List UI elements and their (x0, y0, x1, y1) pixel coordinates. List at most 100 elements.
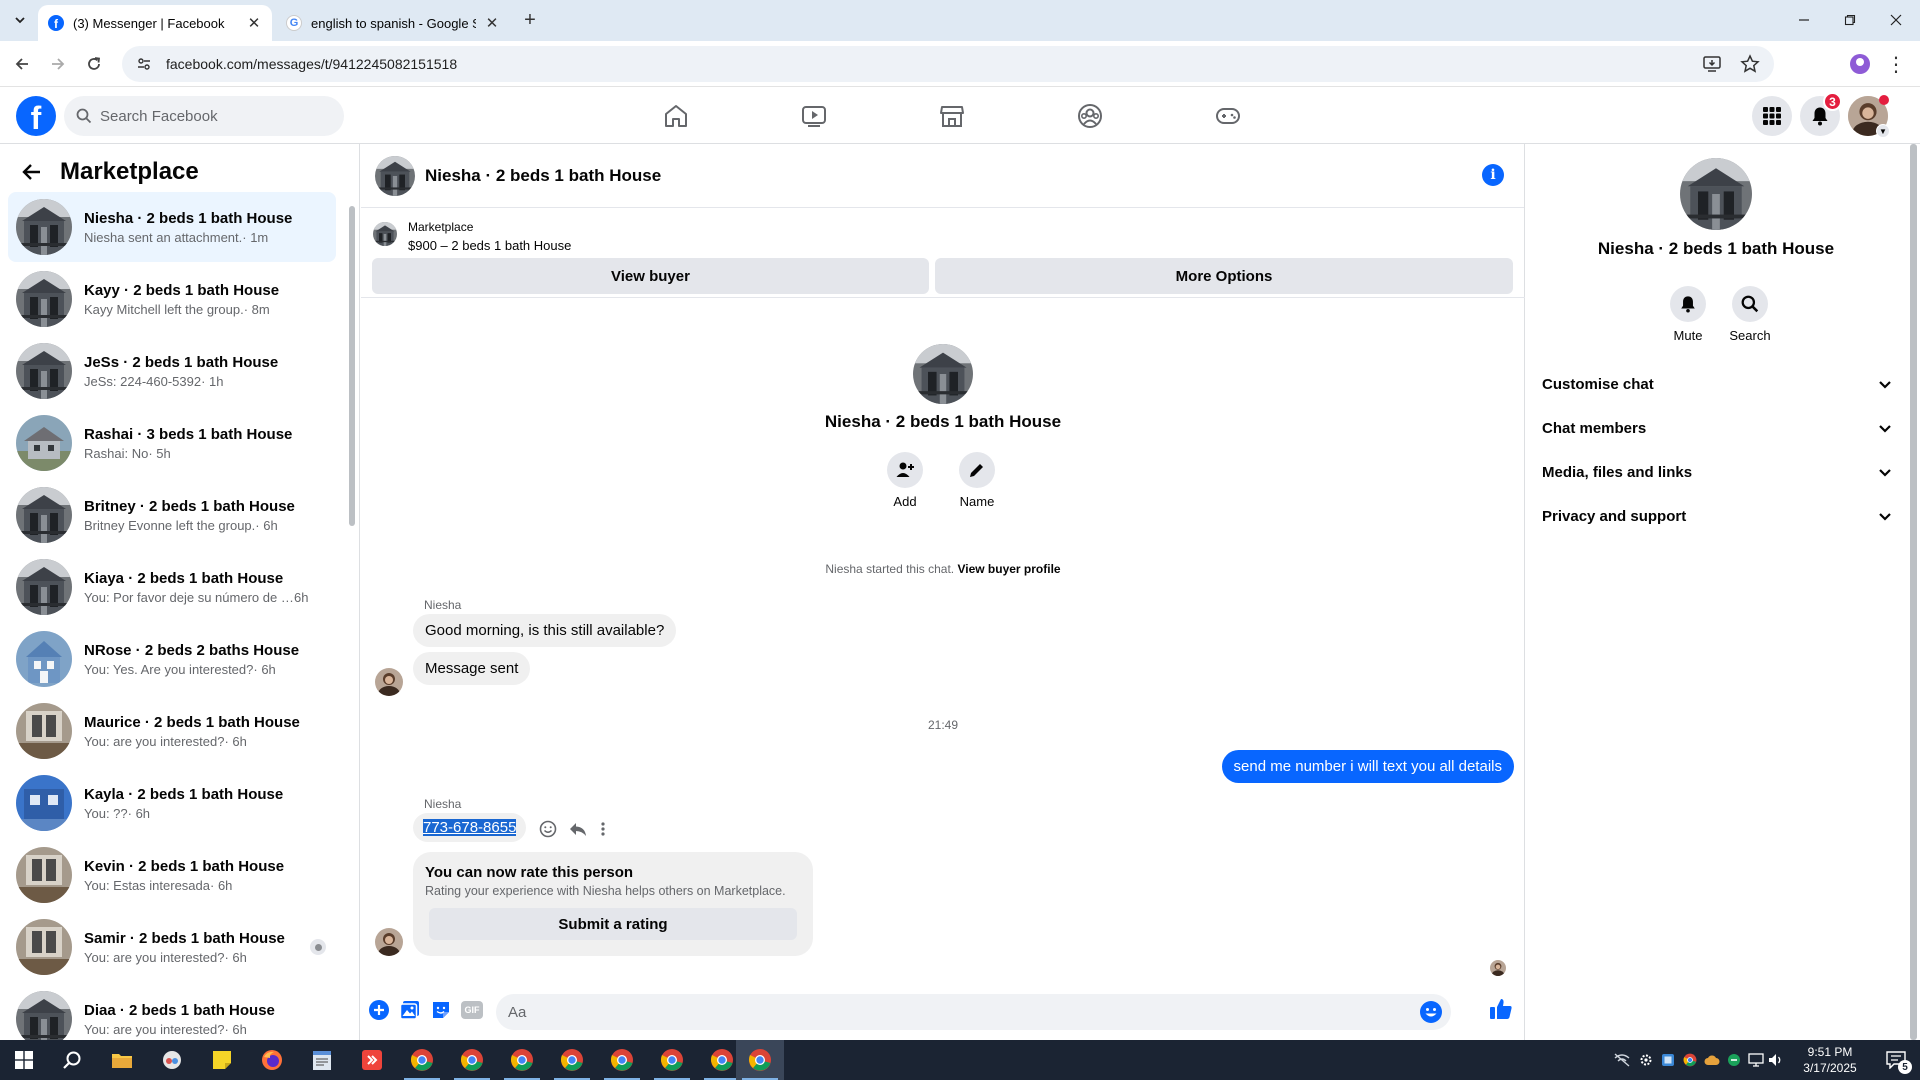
nav-video[interactable] (784, 94, 844, 138)
taskbar-app-snip[interactable] (148, 1040, 196, 1080)
nav-gaming[interactable] (1198, 94, 1258, 138)
tray-network-off-icon[interactable] (1614, 1052, 1630, 1068)
submit-rating-button[interactable]: Submit a rating (429, 908, 797, 940)
facebook-search[interactable] (64, 96, 344, 136)
taskbar-anydesk[interactable] (348, 1040, 396, 1080)
taskbar-clock[interactable]: 9:51 PM 3/17/2025 (1790, 1044, 1870, 1076)
back-button[interactable] (8, 50, 36, 78)
tray-app-icon-3[interactable] (1682, 1052, 1698, 1068)
message-input-wrapper[interactable] (496, 994, 1451, 1030)
emoji-icon[interactable] (1419, 1000, 1443, 1024)
back-arrow-button[interactable] (18, 158, 46, 186)
forward-button[interactable] (44, 50, 72, 78)
address-bar[interactable]: facebook.com/messages/t/9412245082151518 (122, 46, 1774, 82)
gif-button[interactable]: GIF (460, 998, 484, 1022)
add-people-button[interactable]: Add (875, 452, 935, 509)
reply-icon[interactable] (569, 820, 587, 838)
tray-app-icon-5[interactable] (1726, 1052, 1742, 1068)
tab-close-icon[interactable]: ✕ (246, 14, 262, 32)
taskbar-search-button[interactable] (48, 1040, 96, 1080)
reload-button[interactable] (80, 50, 108, 78)
tray-network-icon[interactable] (1748, 1052, 1764, 1068)
more-vertical-icon[interactable] (599, 820, 607, 838)
taskbar-chrome-profile-1[interactable] (398, 1040, 446, 1080)
taskbar-sticky-notes[interactable] (198, 1040, 246, 1080)
taskbar-firefox[interactable] (248, 1040, 296, 1080)
conversation-item[interactable]: Kayla · 2 beds 1 bath House You: ?? · 6h (8, 768, 336, 838)
taskbar-chrome-profile-4[interactable] (548, 1040, 596, 1080)
more-options-button[interactable]: More Options (935, 258, 1513, 294)
sticker-button[interactable] (429, 998, 453, 1022)
taskbar-notepad[interactable] (298, 1040, 346, 1080)
site-settings-icon[interactable] (136, 56, 152, 72)
conversation-item[interactable]: Kevin · 2 beds 1 bath House You: Estas i… (8, 840, 336, 910)
conversation-item[interactable]: Samir · 2 beds 1 bath House You: are you… (8, 912, 336, 982)
scrollbar-thumb[interactable] (349, 206, 355, 526)
tray-app-icon-2[interactable] (1660, 1052, 1676, 1068)
info-icon[interactable]: i (1482, 164, 1504, 186)
nav-marketplace[interactable] (922, 94, 982, 138)
conversation-item[interactable]: Britney · 2 beds 1 bath House Britney Ev… (8, 480, 336, 550)
start-button[interactable] (0, 1040, 48, 1080)
install-app-icon[interactable] (1702, 54, 1722, 74)
new-tab-button[interactable]: + (518, 8, 542, 32)
message-bubble[interactable]: Good morning, is this still available? (413, 614, 677, 647)
section-media-files-links[interactable]: Media, files and links (1542, 452, 1892, 492)
taskbar-chrome-profile-6[interactable] (648, 1040, 696, 1080)
sender-avatar[interactable] (375, 668, 403, 696)
section-chat-members[interactable]: Chat members (1542, 408, 1892, 448)
conversation-item[interactable]: Rashai · 3 beds 1 bath House Rashai: No … (8, 408, 336, 478)
conversation-item[interactable]: NRose · 2 beds 2 baths House You: Yes. A… (8, 624, 336, 694)
phone-number-link[interactable]: 773-678-8655 (423, 819, 517, 836)
tray-volume-icon[interactable] (1768, 1052, 1784, 1068)
profile-button[interactable] (1848, 52, 1872, 76)
notification-center-button[interactable]: 5 (1872, 1040, 1920, 1080)
attach-media-button[interactable] (398, 998, 422, 1022)
restore-button[interactable] (1828, 6, 1872, 34)
close-window-button[interactable] (1874, 6, 1918, 34)
view-buyer-button[interactable]: View buyer (372, 258, 929, 294)
outgoing-message-bubble[interactable]: send me number i will text you all detai… (1221, 750, 1514, 783)
mute-button[interactable]: Mute (1658, 286, 1718, 343)
facebook-logo[interactable]: f (16, 96, 56, 136)
account-avatar[interactable]: ▼ (1848, 95, 1890, 138)
taskbar-chrome-profile-3[interactable] (498, 1040, 546, 1080)
chat-title[interactable]: Niesha · 2 beds 1 bath House (425, 166, 661, 186)
view-buyer-profile-link[interactable]: View buyer profile (957, 562, 1060, 576)
section-customise-chat[interactable]: Customise chat (1542, 364, 1892, 404)
edit-name-button[interactable]: Name (947, 452, 1007, 509)
like-button[interactable] (1489, 997, 1513, 1021)
conversation-item[interactable]: Niesha · 2 beds 1 bath House Niesha sent… (8, 192, 336, 262)
tab-google-search[interactable]: G english to spanish - Google Search ✕ (276, 5, 510, 41)
message-bubble[interactable]: Message sent (413, 652, 531, 685)
phone-message-bubble[interactable]: 773-678-8655 (413, 813, 527, 842)
nav-home[interactable] (646, 94, 706, 138)
section-privacy-support[interactable]: Privacy and support (1542, 496, 1892, 536)
nav-groups[interactable] (1060, 94, 1120, 138)
sender-avatar[interactable] (375, 928, 403, 956)
minimize-button[interactable] (1782, 6, 1826, 34)
scrollbar-thumb[interactable] (1910, 144, 1917, 1040)
search-input[interactable] (100, 107, 330, 125)
menu-button[interactable] (1752, 96, 1792, 136)
conversation-item[interactable]: Kiaya · 2 beds 1 bath House You: Por fav… (8, 552, 336, 622)
tray-app-icon-4[interactable] (1704, 1052, 1720, 1068)
tray-app-icon-1[interactable] (1638, 1052, 1654, 1068)
conversation-item[interactable]: Maurice · 2 beds 1 bath House You: are y… (8, 696, 336, 766)
tab-messenger[interactable]: f (3) Messenger | Facebook ✕ (38, 5, 272, 41)
search-conversation-button[interactable]: Search (1720, 286, 1780, 343)
bookmark-star-icon[interactable] (1740, 54, 1760, 74)
info-avatar[interactable] (1680, 158, 1752, 230)
conversation-item[interactable]: Kayy · 2 beds 1 bath House Kayy Mitchell… (8, 264, 336, 334)
react-emoji-icon[interactable] (539, 820, 557, 838)
taskbar-chrome-profile-8[interactable] (736, 1040, 784, 1080)
conversation-list-scrollbar[interactable] (348, 196, 356, 1036)
tab-search-button[interactable] (8, 8, 32, 32)
listing-title[interactable]: $900 – 2 beds 1 bath House (408, 238, 571, 253)
page-scrollbar[interactable] (1906, 144, 1920, 1040)
more-actions-button[interactable] (367, 998, 391, 1022)
tab-close-icon[interactable]: ✕ (484, 14, 500, 32)
conversation-item[interactable]: Diaa · 2 beds 1 bath House You: are you … (8, 984, 336, 1040)
taskbar-chrome-profile-2[interactable] (448, 1040, 496, 1080)
chat-avatar[interactable] (375, 156, 415, 196)
